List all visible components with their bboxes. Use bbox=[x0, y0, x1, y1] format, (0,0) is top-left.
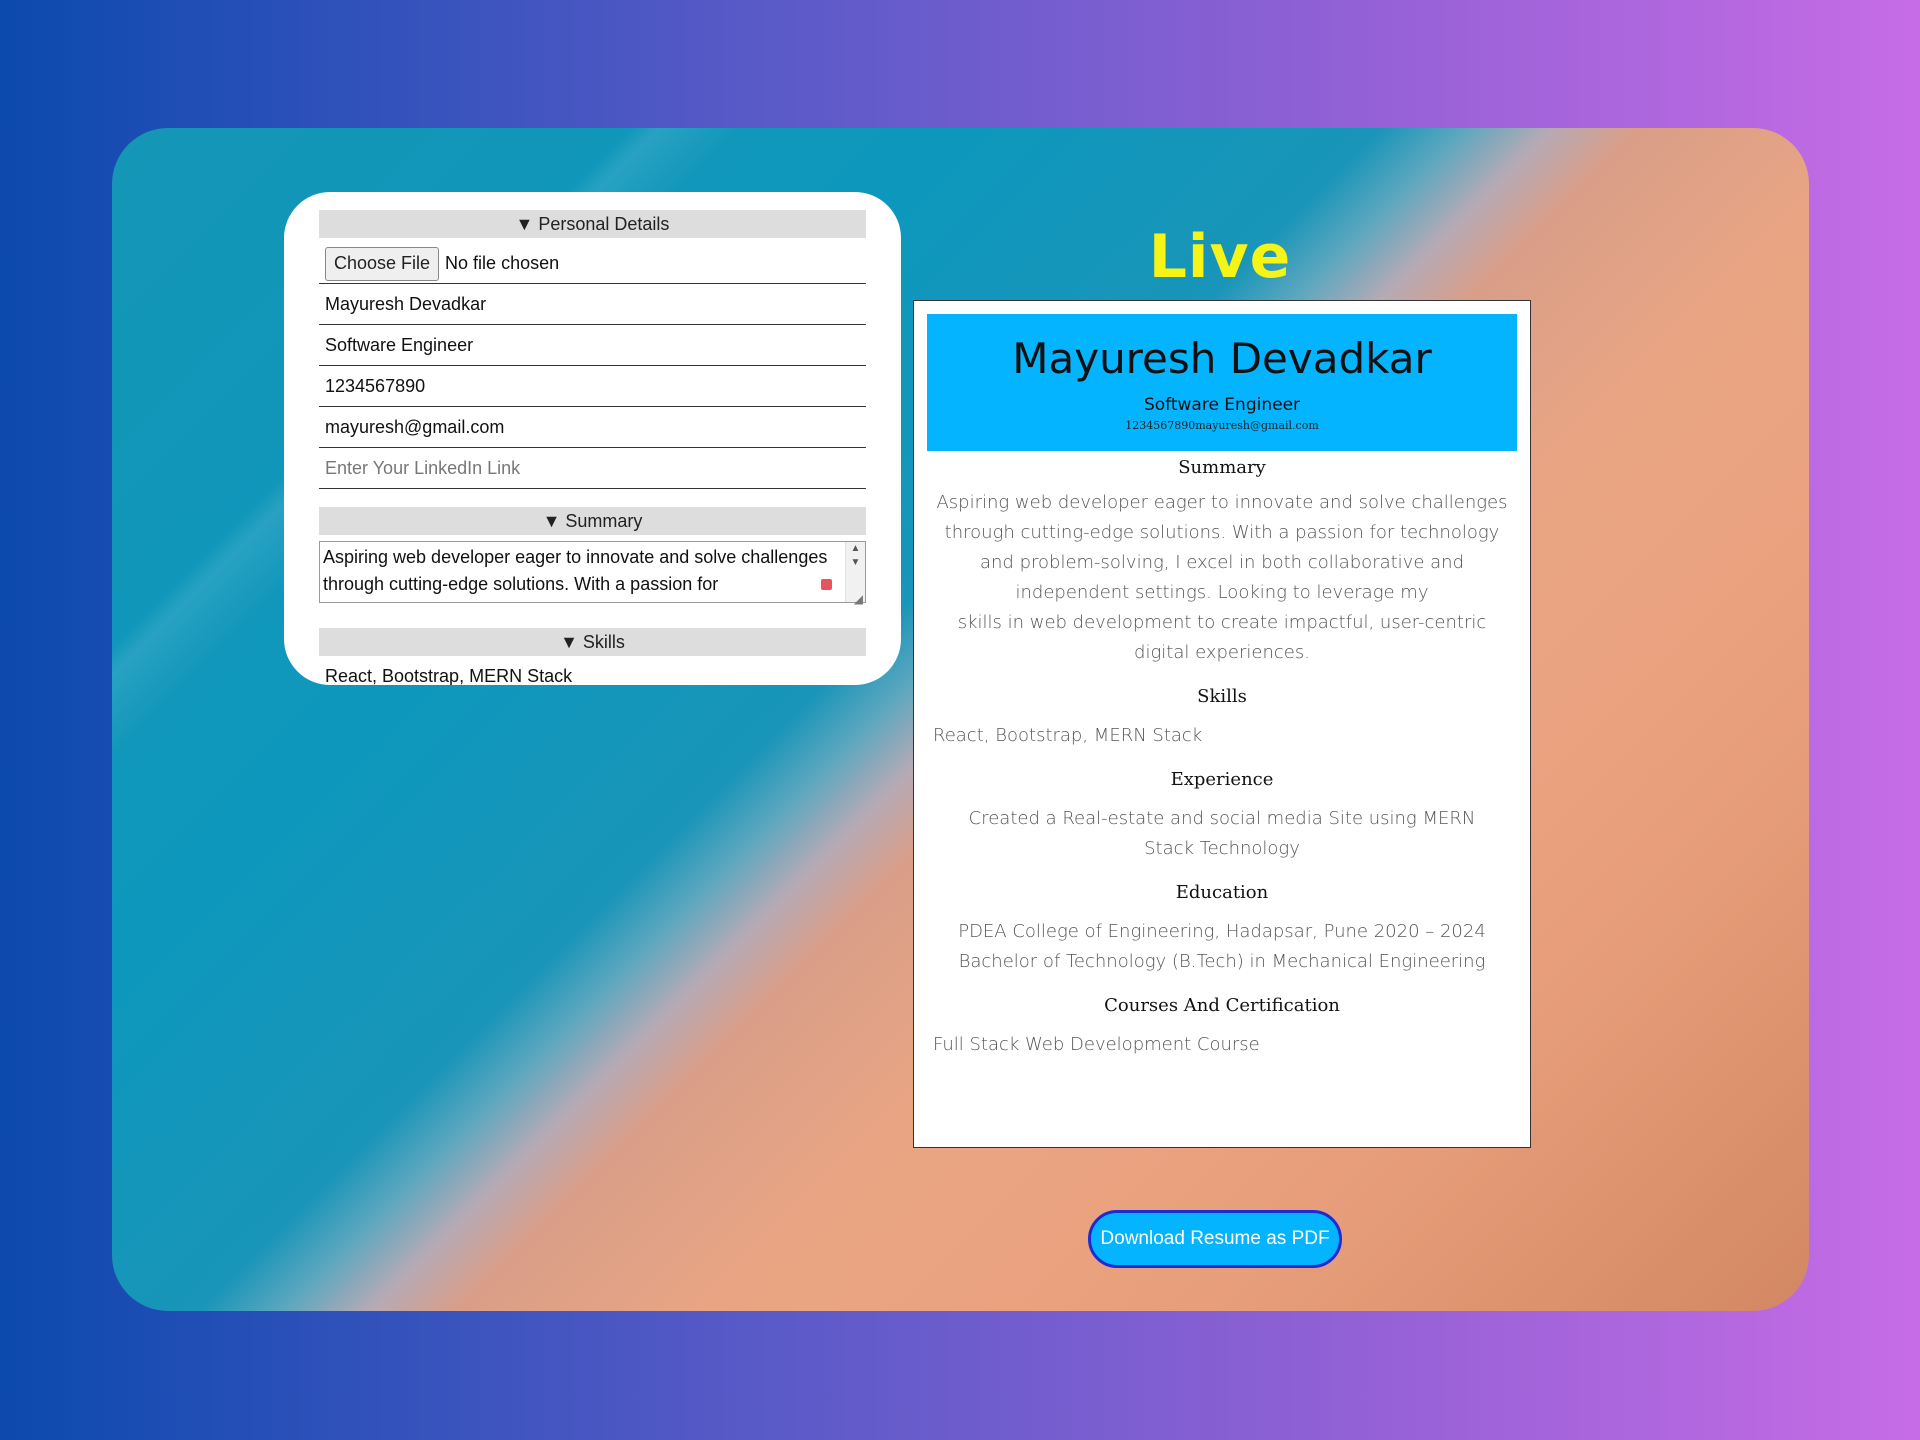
scroll-down-icon[interactable]: ▼ bbox=[846, 556, 865, 570]
summary-heading: Summary bbox=[1178, 457, 1266, 478]
resume-header: Mayuresh Devadkar Software Engineer 1234… bbox=[927, 314, 1517, 451]
file-status: No file chosen bbox=[445, 253, 560, 273]
section-toggle-skills[interactable]: ▼ Skills bbox=[319, 628, 866, 656]
summary-textarea[interactable]: Aspiring web developer eager to innovate… bbox=[319, 541, 866, 603]
skills-heading: Skills bbox=[1197, 686, 1247, 707]
spellcheck-marker-icon bbox=[821, 579, 832, 590]
name-input[interactable] bbox=[319, 284, 866, 325]
resume-role: Software Engineer bbox=[1143, 395, 1301, 415]
phone-input[interactable] bbox=[319, 366, 866, 407]
choose-file-button[interactable]: Choose File bbox=[325, 246, 440, 281]
email-input[interactable] bbox=[319, 407, 866, 448]
summary-field-wrapper: Aspiring web developer eager to innovate… bbox=[319, 541, 866, 608]
resume-name: Mayuresh Devadkar bbox=[1012, 334, 1432, 383]
experience-heading: Experience bbox=[1170, 769, 1274, 790]
skills-value[interactable]: React, Bootstrap, MERN Stack bbox=[319, 662, 866, 685]
download-pdf-button[interactable]: Download Resume as PDF bbox=[1088, 1210, 1342, 1268]
courses-text: Full Stack Web Development Course bbox=[933, 1034, 1260, 1055]
summary-text: Aspiring web developer eager to innovate… bbox=[936, 492, 1508, 603]
scroll-up-icon[interactable]: ▲ bbox=[846, 542, 865, 556]
courses-heading: Courses And Certification bbox=[1104, 995, 1340, 1016]
role-input[interactable] bbox=[319, 325, 866, 366]
resume-preview: Mayuresh Devadkar Software Engineer 1234… bbox=[913, 300, 1531, 1148]
skills-text: React, Bootstrap, MERN Stack bbox=[933, 725, 1203, 746]
section-toggle-personal-details[interactable]: ▼ Personal Details bbox=[319, 210, 866, 238]
education-text: PDEA College of Engineering, Hadapsar, P… bbox=[958, 921, 1486, 972]
resume-contact: 1234567890mayuresh@gmail.com bbox=[1125, 419, 1319, 432]
linkedin-input[interactable] bbox=[319, 448, 866, 489]
education-heading: Education bbox=[1175, 882, 1269, 903]
experience-text: Created a Real-estate and social media S… bbox=[968, 808, 1476, 859]
summary-text-continued: skills in web development to create impa… bbox=[957, 612, 1487, 663]
resume-form: ▼ Personal Details Choose File No file c… bbox=[284, 192, 901, 685]
photo-upload: Choose File No file chosen bbox=[319, 244, 866, 284]
section-toggle-summary[interactable]: ▼ Summary bbox=[319, 507, 866, 535]
resize-grip-icon[interactable]: ◢ bbox=[854, 592, 863, 606]
